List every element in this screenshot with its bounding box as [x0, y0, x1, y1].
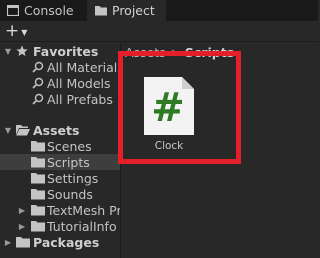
tree-item-settings[interactable]: Settings: [0, 170, 120, 186]
collapsed-arrow-icon[interactable]: ▶: [18, 206, 26, 215]
tree-item-all-prefabs[interactable]: All Prefabs: [0, 91, 120, 107]
console-icon: [7, 5, 19, 16]
tree-item-scripts[interactable]: Scripts: [0, 154, 120, 170]
csharp-script-icon: #: [144, 77, 194, 135]
folder-icon: [95, 6, 107, 16]
asset-label: Clock: [154, 140, 184, 152]
folder-icon: [16, 237, 30, 248]
expanded-arrow-icon[interactable]: ▼: [4, 47, 12, 56]
collapsed-arrow-icon[interactable]: ▶: [18, 222, 26, 231]
tree-item-all-models[interactable]: All Models: [0, 75, 120, 91]
open-folder-icon: [16, 125, 30, 136]
collapsed-arrow-icon[interactable]: ▶: [4, 238, 12, 247]
panel-divider[interactable]: [120, 43, 121, 258]
tab-console[interactable]: Console: [0, 0, 86, 21]
tree-item-label: Scripts: [47, 154, 90, 170]
tab-bar: Console Project: [0, 0, 318, 21]
expanded-arrow-icon[interactable]: ▼: [4, 126, 12, 135]
tree-item-packages[interactable]: ▶ Packages: [0, 234, 120, 250]
folder-icon: [31, 173, 45, 184]
tree-item-label: Settings: [47, 170, 99, 186]
tree-item-label: Sounds: [47, 186, 93, 202]
tree-item-sounds[interactable]: Sounds: [0, 186, 120, 202]
plus-icon: +: [5, 21, 20, 41]
tree-item-label: Favorites: [33, 43, 99, 59]
folder-icon: [31, 141, 45, 152]
caret-down-icon: ▼: [21, 28, 28, 37]
folder-icon: [31, 205, 45, 216]
tab-project-label: Project: [112, 3, 155, 18]
tree-item-label: All Models: [47, 75, 111, 91]
folder-icon: [31, 157, 45, 168]
search-icon: [32, 61, 44, 73]
tree-item-scenes[interactable]: Scenes: [0, 138, 120, 154]
folder-icon: [31, 221, 45, 232]
tree-item-label: All Materials: [47, 59, 120, 75]
tree-item-label: TutorialInfo: [47, 218, 117, 234]
tree-item-label: Assets: [33, 122, 80, 138]
breadcrumb-separator: >: [170, 45, 180, 59]
tree-item-label: Packages: [33, 234, 100, 250]
folder-tree: ▼ Favorites All Materials All Models All…: [0, 43, 120, 258]
tree-item-label: Scenes: [47, 138, 92, 154]
add-asset-button[interactable]: + ▼: [3, 23, 33, 40]
folder-icon: [31, 189, 45, 200]
hash-glyph: #: [151, 85, 185, 131]
tree-item-all-materials[interactable]: All Materials: [0, 59, 120, 75]
tree-item-label: TextMesh Pro: [47, 202, 120, 218]
search-icon: [32, 93, 44, 105]
tree-item-assets[interactable]: ▼ Assets: [0, 122, 120, 138]
asset-clock-script[interactable]: # Clock: [141, 77, 199, 155]
tree-item-label: All Prefabs: [47, 91, 113, 107]
breadcrumb-assets[interactable]: Assets: [125, 45, 166, 60]
tab-console-label: Console: [24, 3, 74, 18]
star-icon: [16, 45, 28, 56]
breadcrumb-scripts[interactable]: Scripts: [185, 45, 234, 60]
search-icon: [32, 77, 44, 89]
tree-item-tutorialinfo[interactable]: ▶ TutorialInfo: [0, 218, 120, 234]
tab-project[interactable]: Project: [87, 0, 166, 21]
tree-item-textmesh-pro[interactable]: ▶ TextMesh Pro: [0, 202, 120, 218]
tree-item-favorites[interactable]: ▼ Favorites: [0, 43, 120, 59]
breadcrumb: Assets > Scripts: [125, 43, 234, 61]
project-toolbar: + ▼: [0, 21, 318, 42]
